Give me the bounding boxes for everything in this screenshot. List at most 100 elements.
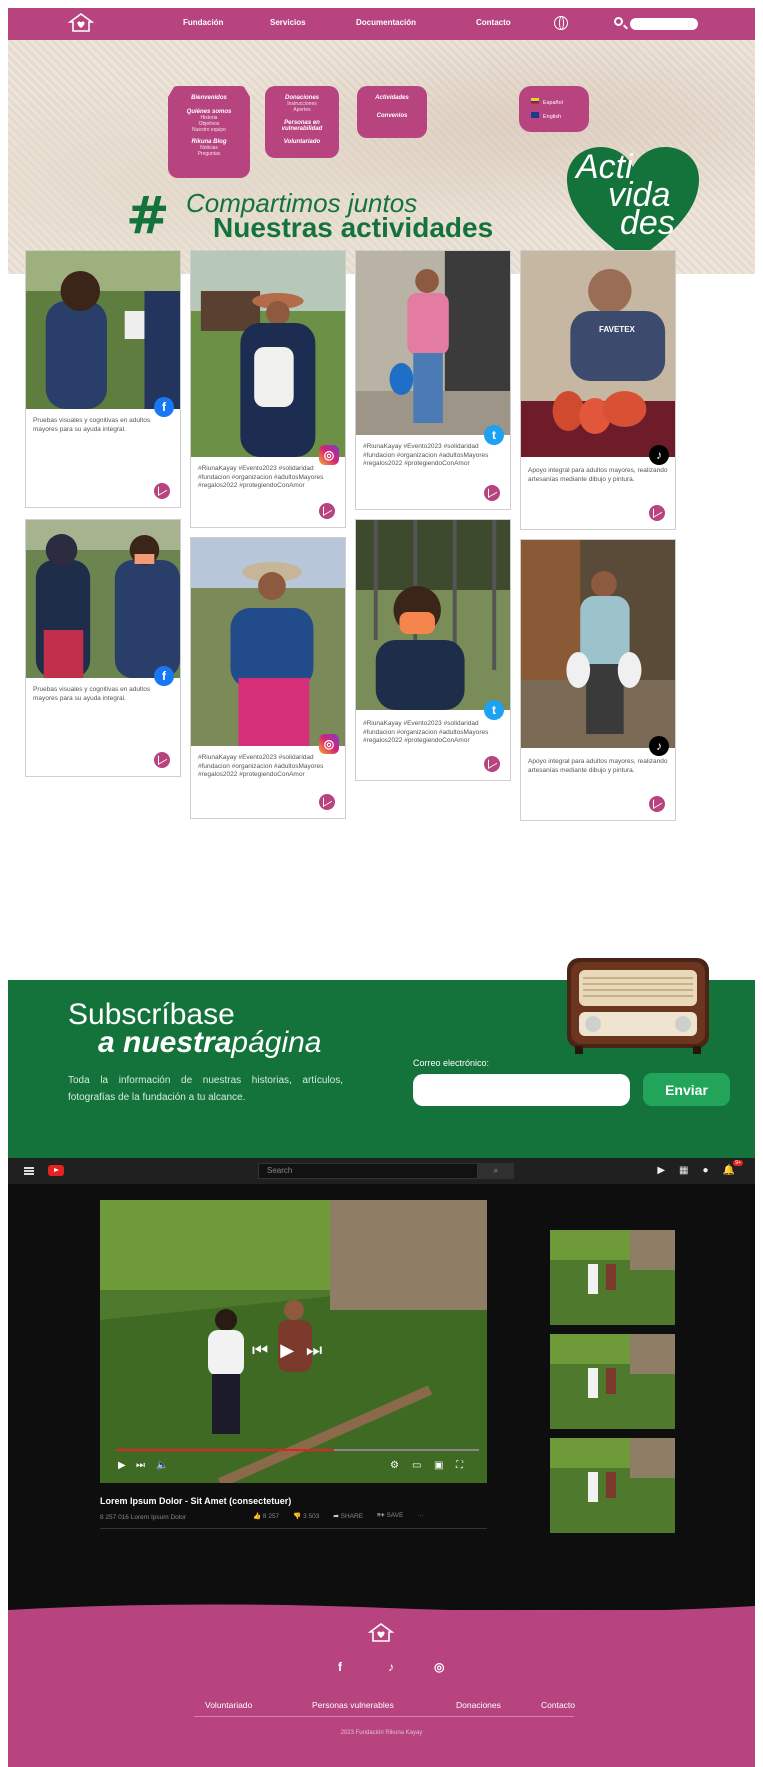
activity-card[interactable]: ◎ #RiunaKayay #Evento2023 #solidaridad #… [190, 250, 346, 528]
heart-word-3: des [620, 204, 675, 242]
miniplayer-icon[interactable]: ▣ [434, 1460, 443, 1471]
menu-item-actividades[interactable]: Actividades [357, 95, 427, 101]
thumbnail-image [550, 1334, 675, 1429]
search-input[interactable] [630, 18, 698, 30]
messages-icon[interactable]: ● [703, 1165, 709, 1176]
save-playlist-icon: ≡+ [377, 1512, 385, 1519]
globe-icon[interactable] [554, 16, 568, 30]
tiktok-icon[interactable]: ♪ [649, 445, 669, 465]
subtitles-icon[interactable]: ▭ [412, 1460, 421, 1471]
player-overlay-controls: ⏮ ▶ ⏭ [252, 1340, 322, 1361]
footer-link-personas-vulnerables[interactable]: Personas vulnerables [312, 1700, 394, 1710]
notifications-bell-icon[interactable]: 🔔 [723, 1160, 744, 1176]
footer-link-voluntariado[interactable]: Voluntariado [205, 1700, 252, 1710]
share-icon[interactable] [649, 505, 665, 521]
facebook-icon[interactable]: f [154, 666, 174, 686]
menu-icon[interactable] [24, 1167, 34, 1175]
share-button[interactable]: ➦ SHARE [333, 1512, 363, 1520]
fullscreen-icon[interactable]: ⛶ [456, 1460, 463, 1471]
facebook-icon[interactable]: f [154, 397, 174, 417]
share-icon[interactable] [649, 796, 665, 812]
video-topbar: Search ⌕ ▶ ▦ ● 🔔 [8, 1158, 755, 1184]
instagram-icon[interactable]: ◎ [319, 445, 339, 465]
activity-card[interactable]: ♪ Apoyo integral para adultos mayores, r… [520, 250, 676, 530]
card-caption: #RiunaKayay #Evento2023 #solidaridad #fu… [198, 465, 324, 489]
activity-card[interactable]: t #RiunaKayay #Evento2023 #solidaridad #… [355, 250, 511, 510]
share-icon[interactable] [319, 794, 335, 810]
footer-link-contacto[interactable]: Contacto [541, 1700, 575, 1710]
activity-card[interactable]: f Pruebas visuales y cognitivas en adult… [25, 519, 181, 777]
apps-grid-icon[interactable]: ▦ [679, 1165, 688, 1176]
foundation-logo[interactable] [68, 12, 94, 34]
language-option-es[interactable]: Español [531, 98, 589, 106]
email-field[interactable] [413, 1074, 630, 1106]
twitter-icon[interactable]: t [484, 700, 504, 720]
footer-link-donaciones[interactable]: Donaciones [456, 1700, 501, 1710]
card-caption: #RiunaKayay #Evento2023 #solidaridad #fu… [363, 720, 489, 744]
dropdown-fundacion: Bienvenidos Quiénes somos Historia Objet… [168, 86, 250, 178]
search-icon[interactable] [614, 17, 623, 26]
video-search-input[interactable]: Search [258, 1163, 478, 1179]
save-button[interactable]: ≡+ SAVE [377, 1512, 403, 1520]
video-search-button[interactable]: ⌕ [478, 1163, 514, 1179]
share-arrow-icon: ➦ [333, 1513, 339, 1520]
share-icon[interactable] [154, 483, 170, 499]
skip-icon[interactable]: ⏭ [136, 1460, 145, 1471]
menu-item-preguntas[interactable]: Preguntas [168, 151, 250, 157]
next-icon[interactable]: ⏭ [306, 1340, 322, 1361]
youtube-logo-icon[interactable] [48, 1165, 64, 1176]
tiktok-icon[interactable]: ♪ [649, 736, 669, 756]
menu-item-bienvenidos[interactable]: Bienvenidos [168, 95, 250, 101]
thumbnail-image [550, 1438, 675, 1533]
settings-icon[interactable]: ⚙ [390, 1460, 399, 1471]
facebook-icon[interactable]: f [338, 1660, 342, 1674]
activity-card[interactable]: t #RiunaKayay #Evento2023 #solidaridad #… [355, 519, 511, 781]
play-button-icon[interactable]: ▶ [118, 1460, 126, 1471]
subscribe-title-a: a [98, 1026, 115, 1059]
activity-card[interactable]: ♪ Apoyo integral para adultos mayores, r… [520, 539, 676, 821]
language-option-en[interactable]: English [531, 112, 589, 120]
uk-flag-icon [531, 112, 539, 118]
nav-link-fundacion[interactable]: Fundación [183, 18, 223, 27]
dropdown-idioma: Español English [519, 86, 589, 132]
nav-link-contacto[interactable]: Contacto [476, 18, 511, 27]
create-video-icon[interactable]: ▶ [657, 1165, 665, 1176]
previous-icon[interactable]: ⏮ [252, 1340, 268, 1361]
menu-item-equipo[interactable]: Nuestro equipo [168, 127, 250, 133]
share-icon[interactable] [154, 752, 170, 768]
copyright-text: 2023 Fundación Rikuna Kayay [340, 1730, 423, 1736]
related-video-thumbnail[interactable] [550, 1334, 675, 1429]
video-player[interactable]: ⏮ ▶ ⏭ ▶ ⏭ 🔈 ⚙ ▭ ▣ ⛶ [100, 1200, 487, 1483]
activity-card[interactable]: f Pruebas visuales y cognitivas en adult… [25, 250, 181, 508]
activity-photo [191, 538, 345, 746]
like-button[interactable]: 👍 8 257 [253, 1512, 279, 1520]
nav-link-servicios[interactable]: Servicios [270, 18, 306, 27]
dropdown-documentacion: Actividades Convenios [357, 86, 427, 138]
activity-card[interactable]: ◎ #RiunaKayay #Evento2023 #solidaridad #… [190, 537, 346, 819]
dislike-button[interactable]: 👎 3 503 [293, 1512, 319, 1520]
hero-banner: Bienvenidos Quiénes somos Historia Objet… [8, 40, 755, 274]
footer-logo[interactable] [368, 1622, 394, 1644]
instagram-icon[interactable]: ◎ [319, 734, 339, 754]
send-button[interactable]: Enviar [643, 1073, 730, 1106]
progress-bar[interactable] [116, 1449, 479, 1451]
video-divider [100, 1528, 487, 1529]
share-icon[interactable] [484, 756, 500, 772]
related-video-thumbnail[interactable] [550, 1438, 675, 1533]
menu-item-voluntariado[interactable]: Voluntariado [265, 139, 339, 145]
nav-link-documentacion[interactable]: Documentación [356, 18, 416, 27]
share-icon[interactable] [319, 503, 335, 519]
card-caption: Pruebas visuales y cognitivas en adultos… [33, 686, 151, 702]
menu-item-vulnerabilidad[interactable]: Personas en vulnerabilidad [265, 120, 339, 132]
related-video-thumbnail[interactable] [550, 1230, 675, 1325]
play-icon[interactable]: ▶ [280, 1340, 294, 1361]
instagram-icon[interactable]: ◎ [434, 1660, 444, 1674]
volume-icon[interactable]: 🔈 [156, 1460, 168, 1471]
video-topbar-icons: ▶ ▦ ● 🔔 [657, 1160, 744, 1176]
twitter-icon[interactable]: t [484, 425, 504, 445]
share-icon[interactable] [484, 485, 500, 501]
menu-item-aportes[interactable]: Aportes [265, 107, 339, 113]
more-options-button[interactable]: ··· [417, 1512, 424, 1520]
tiktok-icon[interactable]: ♪ [388, 1660, 394, 1674]
menu-item-convenios[interactable]: Convenios [357, 113, 427, 119]
